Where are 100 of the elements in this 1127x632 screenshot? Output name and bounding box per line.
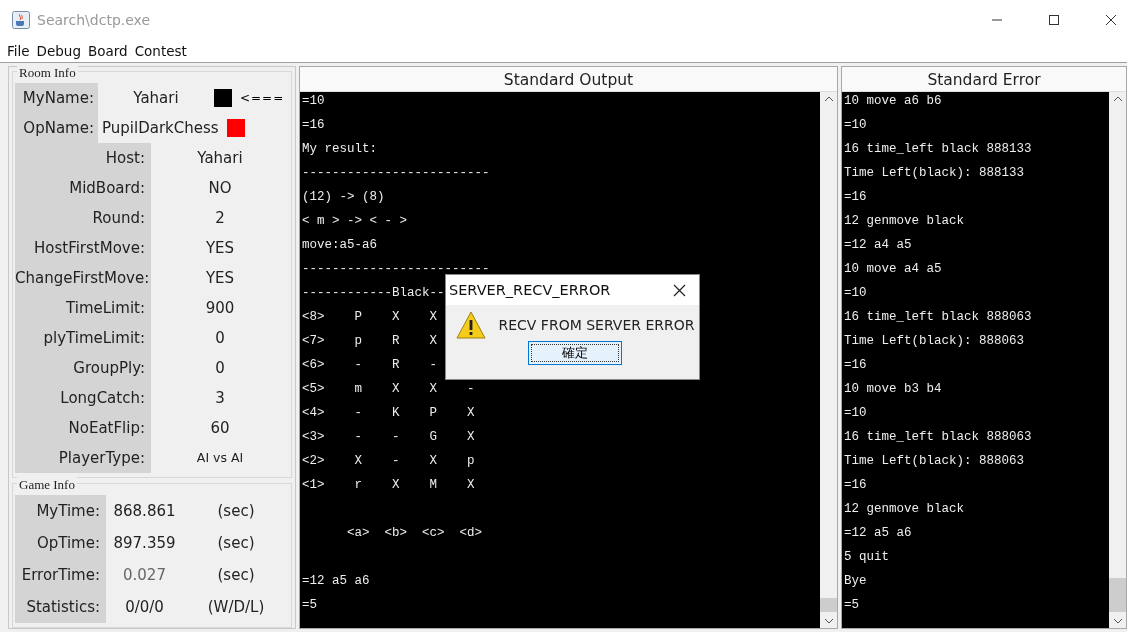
console-line: 16 time_left black 888133 xyxy=(844,141,1032,158)
field-value: PupilDarkChess xyxy=(101,119,220,137)
field-value: 897.359 xyxy=(112,533,177,554)
console-line: (12) -> (8) xyxy=(302,189,385,206)
console-line: <2> X - X p xyxy=(302,453,475,470)
console-line: ------------------------- xyxy=(302,261,490,278)
field-label: ErrorTime: xyxy=(15,559,106,591)
console-line: =16 xyxy=(844,477,867,494)
field-value: AI vs AI xyxy=(195,449,245,467)
console-line: <7> p R X xyxy=(302,333,438,350)
console-line: <5> m X X - xyxy=(302,381,475,398)
field-value: Yahari xyxy=(196,148,244,169)
scrollbar[interactable] xyxy=(820,92,837,628)
scroll-thumb[interactable] xyxy=(820,598,837,612)
console-line: <a> <b> <c> <d> xyxy=(346,525,483,542)
console-line: 10 move a4 a5 xyxy=(844,261,942,278)
scroll-thumb[interactable] xyxy=(1109,578,1126,612)
console-line: <4> - K P X xyxy=(302,405,475,422)
console-line: <3> - - G X xyxy=(302,429,475,446)
field-value: 60 xyxy=(209,418,231,439)
field-label: NoEatFlip: xyxy=(15,413,151,443)
console-line: ------------Black-- xyxy=(302,285,445,302)
field-value: YES xyxy=(204,268,236,289)
dialog-message: RECV FROM SERVER ERROR xyxy=(498,317,695,333)
menu-item[interactable]: Contest xyxy=(134,43,187,59)
field-label: MyName: xyxy=(15,83,98,113)
field-label: MyTime: xyxy=(15,495,106,527)
unit-label: (sec) xyxy=(216,565,256,586)
console-line: <6> - R - xyxy=(302,357,438,374)
console-line: 10 move a6 b6 xyxy=(844,93,942,110)
console-line: My result: xyxy=(302,141,377,158)
field-value: 3 xyxy=(214,388,226,409)
ok-button[interactable]: 確定 xyxy=(527,341,622,365)
console-line: =5 xyxy=(844,597,859,614)
menu-item[interactable]: Debug xyxy=(36,43,81,59)
console-line: =5 xyxy=(302,597,317,614)
field-label: OpTime: xyxy=(15,527,106,559)
warning-icon xyxy=(456,311,487,339)
chevron-down-icon[interactable] xyxy=(1112,618,1123,624)
console-line: <1> r X M X xyxy=(302,477,475,494)
console-line: Time Left(black): 888063 xyxy=(844,453,1025,470)
field-value: NO xyxy=(207,178,233,199)
console-line: ------------------------- xyxy=(302,165,490,182)
turn-marker: <=== xyxy=(240,91,285,105)
field-label: plyTimeLimit: xyxy=(15,323,151,353)
console-line: 10 move b3 b4 xyxy=(844,381,942,398)
console-line: 12 genmove black xyxy=(844,501,965,518)
console-line: =16 xyxy=(844,357,867,374)
field-value: YES xyxy=(204,238,236,259)
close-icon[interactable] xyxy=(1105,14,1117,26)
console-line: Time Left(black): 888133 xyxy=(844,165,1025,182)
close-icon[interactable] xyxy=(673,283,686,297)
unit-label: (W/D/L) xyxy=(206,597,266,618)
field-label: GroupPly: xyxy=(15,353,151,383)
chevron-down-icon[interactable] xyxy=(823,618,834,624)
field-value: 0/0/0 xyxy=(124,597,165,618)
console-line: 16 time_left black 888063 xyxy=(844,429,1032,446)
console-line: 5 quit xyxy=(844,549,889,566)
panel-title: Standard Error xyxy=(842,67,1126,92)
field-label: TimeLimit: xyxy=(15,293,151,323)
menu-item[interactable]: Board xyxy=(88,43,128,59)
field-value: 868.861 xyxy=(112,501,177,522)
field-label: Host: xyxy=(15,143,151,173)
unit-label: (sec) xyxy=(216,501,256,522)
panel-title: Standard Output xyxy=(300,67,837,92)
console-line: =10 xyxy=(844,405,867,422)
console-line: =12 a4 a5 xyxy=(844,237,912,254)
field-label: ChangeFirstMove: xyxy=(15,263,151,293)
window-title: Search\dctp.exe xyxy=(37,12,151,28)
field-value: Yahari xyxy=(132,89,180,107)
field-value: 2 xyxy=(214,208,226,229)
console-line: =10 xyxy=(844,285,867,302)
console-line: Time Left(black): 888063 xyxy=(844,333,1025,350)
maximize-icon[interactable] xyxy=(1048,14,1060,26)
field-label: Round: xyxy=(15,203,151,233)
chevron-up-icon[interactable] xyxy=(823,96,834,102)
console-line: =12 a5 a6 xyxy=(302,573,370,590)
field-label: MidBoard: xyxy=(15,173,151,203)
console-line: =10 xyxy=(302,93,325,110)
console-line: move:a5-a6 xyxy=(302,237,377,254)
console-line: 16 time_left black 888063 xyxy=(844,309,1032,326)
console-line: =16 xyxy=(302,117,325,134)
console-line: Bye xyxy=(844,573,867,590)
field-label: PlayerType: xyxy=(15,443,151,473)
scrollbar[interactable] xyxy=(1109,92,1126,628)
field-label: Statistics: xyxy=(15,591,106,623)
console-line: <8> P X X xyxy=(302,309,438,326)
console-line: < m > -> < - > xyxy=(302,213,408,230)
field-value: 0.027 xyxy=(122,565,167,586)
field-label: HostFirstMove: xyxy=(15,233,151,263)
field-value: 0 xyxy=(214,328,226,349)
field-value: 900 xyxy=(204,298,236,319)
chevron-up-icon[interactable] xyxy=(1112,96,1123,102)
console-line: 12 genmove black xyxy=(844,213,965,230)
field-value: 0 xyxy=(214,358,226,379)
coffee-cup-icon xyxy=(12,11,30,29)
console-line: =12 a5 a6 xyxy=(844,525,912,542)
dialog-title: SERVER_RECV_ERROR xyxy=(449,282,611,298)
console-line: =16 xyxy=(844,189,867,206)
menu-item[interactable]: File xyxy=(7,43,30,59)
